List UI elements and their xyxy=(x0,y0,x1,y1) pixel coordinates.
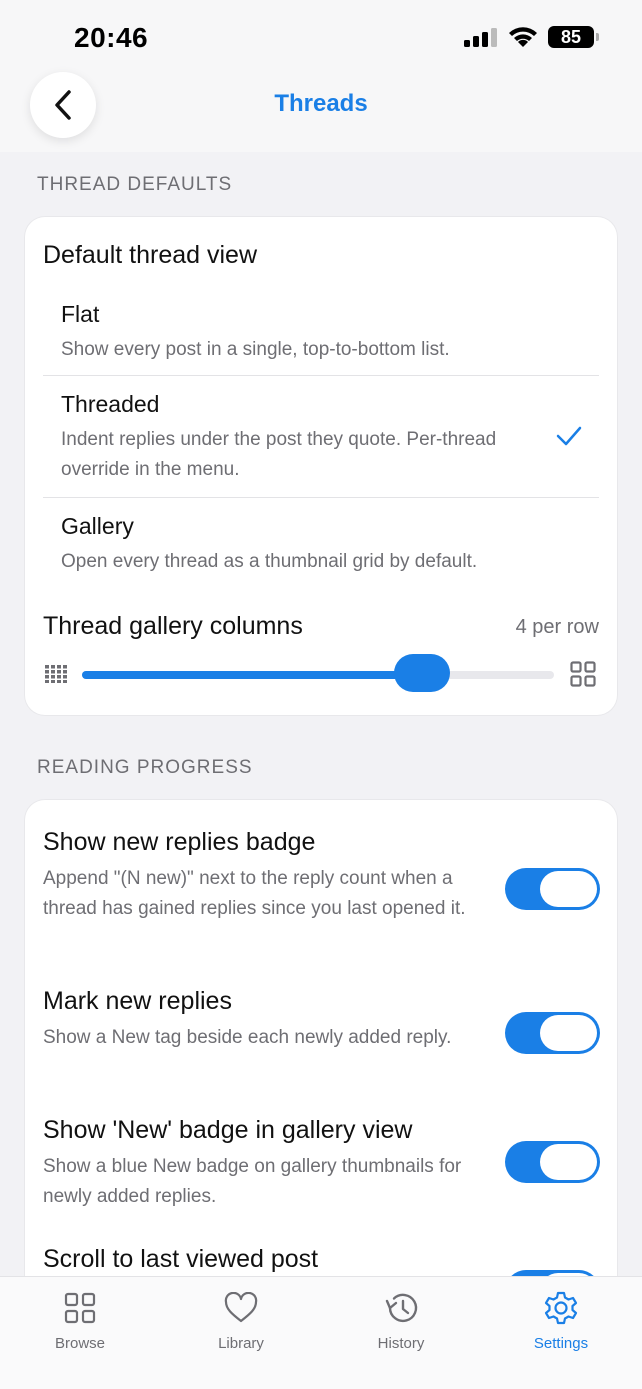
tab-settings[interactable]: Settings xyxy=(501,1289,621,1352)
option-gallery[interactable]: Gallery Open every thread as a thumbnail… xyxy=(43,499,599,583)
gear-icon xyxy=(544,1291,578,1325)
status-icons: 85 xyxy=(464,26,599,48)
option-label: Threaded xyxy=(61,391,160,417)
gallery-columns-slider[interactable] xyxy=(82,654,554,692)
wifi-icon xyxy=(509,27,537,47)
gallery-columns-label: Thread gallery columns xyxy=(43,612,303,640)
status-time: 20:46 xyxy=(74,22,149,53)
toggle-knob xyxy=(540,1015,597,1051)
setting-title: Show new replies badge xyxy=(43,828,316,856)
toggle-knob xyxy=(540,1144,597,1180)
grid-icon xyxy=(64,1292,96,1324)
checkmark-icon xyxy=(556,426,582,446)
section-header-reading-progress: READING PROGRESS xyxy=(37,757,253,778)
large-grid-icon xyxy=(570,661,596,687)
tab-history[interactable]: History xyxy=(341,1289,461,1352)
setting-description: Append "(N new)" next to the reply count… xyxy=(43,868,466,919)
option-description: Indent replies under the post they quote… xyxy=(61,429,497,480)
tab-label: Browse xyxy=(54,1335,106,1352)
divider xyxy=(43,497,599,498)
setting-title: Show 'New' badge in gallery view xyxy=(43,1116,413,1144)
tab-browse[interactable]: Browse xyxy=(20,1289,140,1352)
slider-fill xyxy=(82,671,422,679)
setting-description: Show a blue New badge on gallery thumbna… xyxy=(43,1156,462,1207)
battery-level: 85 xyxy=(560,26,582,47)
gallery-columns-value: 4 per row xyxy=(515,616,599,638)
section-header-thread-defaults: THREAD DEFAULTS xyxy=(37,174,233,195)
battery-indicator: 85 xyxy=(548,26,599,48)
option-description: Show every post in a single, top-to-bott… xyxy=(61,339,450,360)
toggle-knob xyxy=(540,871,597,907)
tab-label: Settings xyxy=(533,1335,589,1352)
setting-title: Mark new replies xyxy=(43,987,232,1015)
setting-description: Show a New tag beside each newly added r… xyxy=(43,1027,452,1048)
setting-title: Scroll to last viewed post xyxy=(43,1245,319,1273)
page-title: Threads xyxy=(274,90,368,117)
gallery-new-badge-toggle[interactable] xyxy=(505,1141,600,1183)
tab-bar: Browse Library History Settings xyxy=(0,1276,642,1389)
option-label: Gallery xyxy=(61,513,134,539)
new-replies-badge-toggle[interactable] xyxy=(505,868,600,910)
cellular-signal-icon xyxy=(464,28,497,47)
option-description: Open every thread as a thumbnail grid by… xyxy=(61,551,478,572)
tab-label: History xyxy=(377,1335,425,1352)
default-thread-view-title: Default thread view xyxy=(43,241,258,269)
navigation-bar: Threads xyxy=(0,72,642,152)
option-label: Flat xyxy=(61,301,100,327)
thread-defaults-card: Default thread view Flat Show every post… xyxy=(25,217,617,715)
small-grid-icon xyxy=(45,665,67,683)
slider-thumb[interactable] xyxy=(393,654,450,692)
status-bar: 20:46 85 xyxy=(0,0,642,72)
option-flat[interactable]: Flat Show every post in a single, top-to… xyxy=(43,293,599,375)
history-icon xyxy=(385,1293,418,1323)
reading-progress-card: Show new replies badge Append "(N new)" … xyxy=(25,800,617,1320)
mark-new-replies-toggle[interactable] xyxy=(505,1012,600,1054)
option-threaded[interactable]: Threaded Indent replies under the post t… xyxy=(43,377,599,497)
divider xyxy=(43,375,599,376)
tab-library[interactable]: Library xyxy=(181,1289,301,1352)
heart-icon xyxy=(224,1292,258,1323)
tab-label: Library xyxy=(218,1335,264,1352)
